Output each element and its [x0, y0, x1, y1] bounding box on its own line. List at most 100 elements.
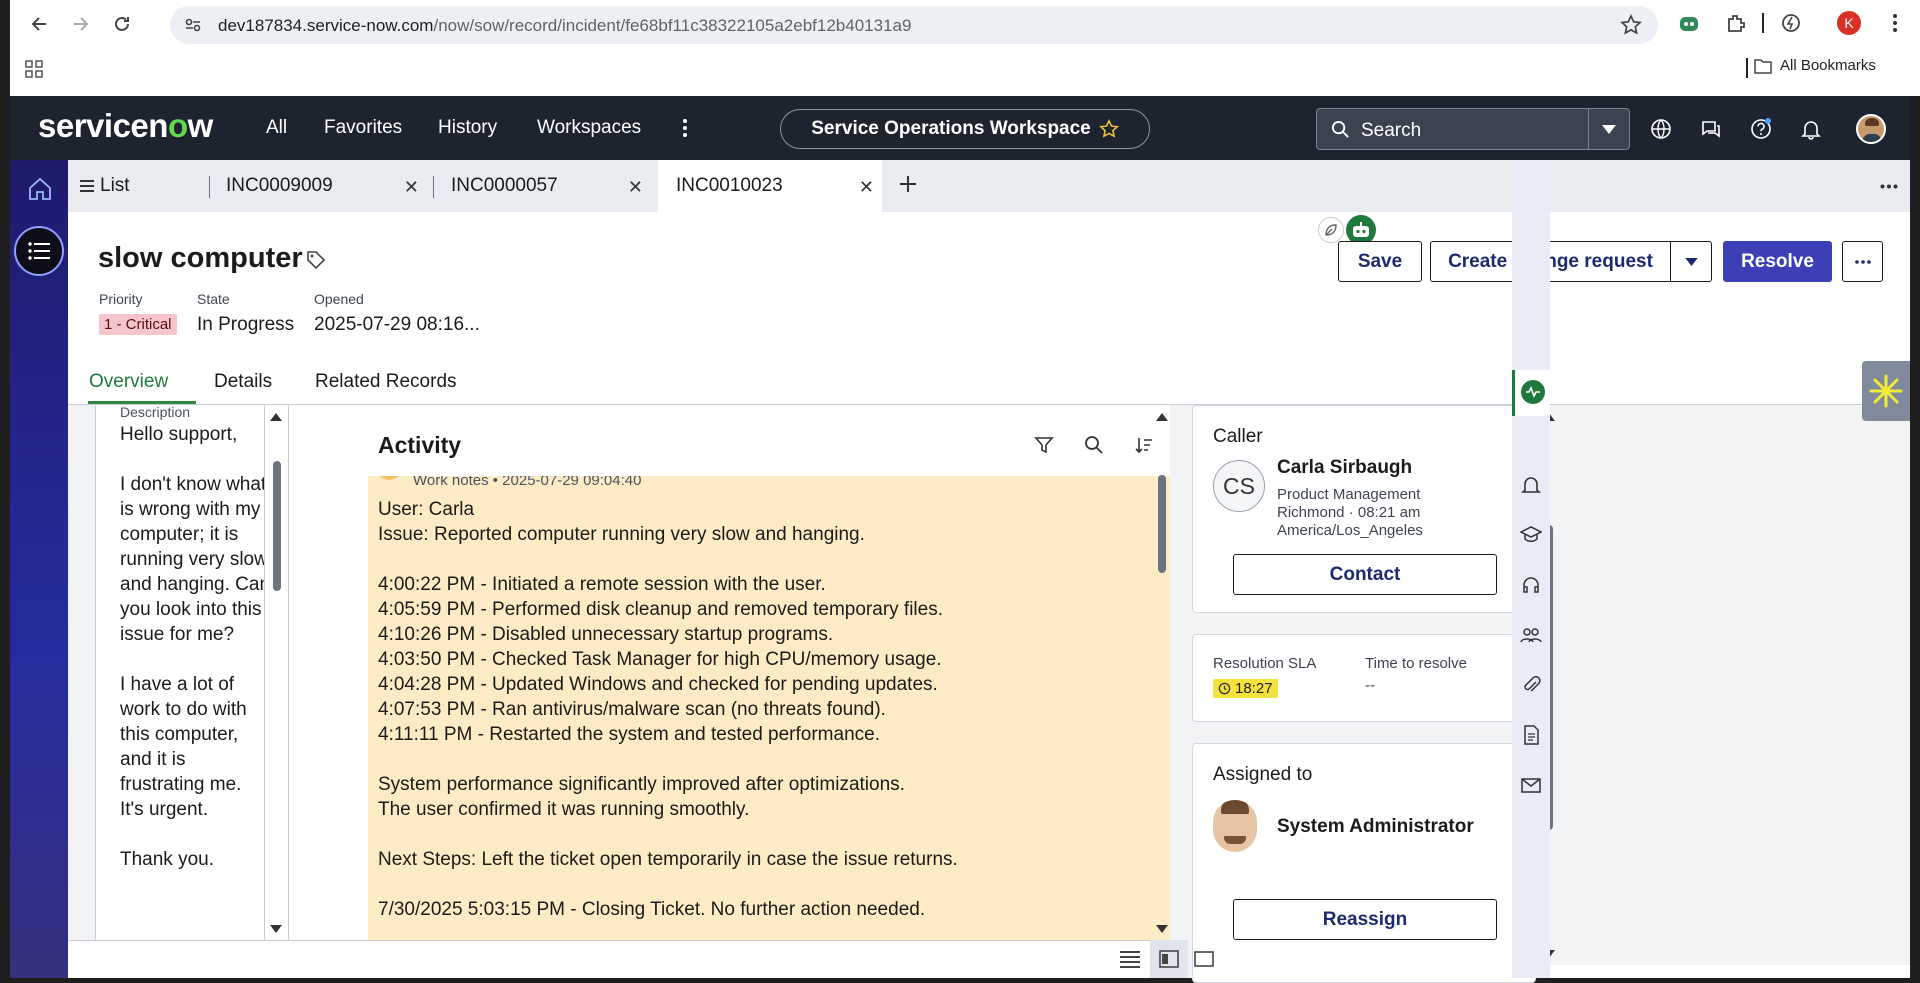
- list-icon: [28, 242, 50, 260]
- time-to-resolve-label: Time to resolve: [1365, 655, 1467, 672]
- close-icon[interactable]: ✕: [404, 177, 419, 198]
- description-text: Hello support, I don't know what is wron…: [120, 424, 265, 870]
- all-bookmarks[interactable]: All Bookmarks: [1754, 57, 1876, 74]
- servicenow-logo[interactable]: servicenow: [38, 107, 213, 145]
- work-note-entry: Work notes • 2025-07-29 09:04:40 User: C…: [368, 476, 1201, 946]
- create-change-request-button[interactable]: Create change request: [1430, 241, 1671, 282]
- chevron-down-icon: [1684, 257, 1698, 266]
- filter-icon[interactable]: [1034, 435, 1054, 455]
- layout-split-toggle[interactable]: [1150, 940, 1188, 978]
- close-icon[interactable]: ✕: [628, 177, 643, 198]
- layout-list-icon[interactable]: [1120, 950, 1140, 968]
- record-title: slow computer: [98, 242, 303, 274]
- tab-details[interactable]: Details: [214, 371, 272, 393]
- help-icon[interactable]: [1750, 118, 1772, 140]
- rail-bell-icon[interactable]: [1520, 474, 1542, 496]
- search-icon[interactable]: [1084, 435, 1104, 455]
- menu-workspaces[interactable]: Workspaces: [537, 117, 641, 139]
- profile-avatar[interactable]: K: [1836, 10, 1862, 36]
- home-icon[interactable]: [27, 176, 53, 202]
- more-menu-icon[interactable]: [682, 118, 688, 138]
- back-icon[interactable]: [26, 10, 54, 38]
- reload-icon[interactable]: [108, 10, 136, 38]
- workspace-switcher[interactable]: Service Operations Workspace: [780, 109, 1150, 149]
- tab-inc0010023-active[interactable]: INC0010023 ✕: [658, 160, 882, 212]
- tab-list[interactable]: List: [80, 160, 180, 212]
- list-nav-button[interactable]: [14, 226, 64, 276]
- workspace-tab-bar: List INC0009009 ✕ INC0000057 ✕ INC0010023 ✕: [68, 160, 1910, 212]
- menu-favorites[interactable]: Favorites: [324, 117, 402, 139]
- workspace-title: Service Operations Workspace: [811, 118, 1091, 139]
- site-info-icon[interactable]: [184, 16, 202, 34]
- layout-toolbar: [68, 940, 1170, 978]
- assignee-avatar: [1213, 800, 1257, 852]
- description-scrollbar[interactable]: [265, 405, 288, 940]
- bookmark-star-icon[interactable]: [1620, 14, 1642, 36]
- caller-timezone: America/Los_Angeles: [1277, 522, 1423, 539]
- contact-button[interactable]: Contact: [1233, 554, 1497, 595]
- tab-overflow-icon[interactable]: [1880, 184, 1898, 189]
- reassign-button[interactable]: Reassign: [1233, 899, 1497, 940]
- caller-avatar: CS: [1213, 460, 1265, 512]
- right-rail: [1512, 160, 1550, 978]
- search-icon: [1331, 120, 1350, 139]
- more-actions-button[interactable]: [1842, 241, 1883, 282]
- contextual-side-panel: Caller CS Carla Sirbaugh Product Managem…: [1170, 405, 1544, 983]
- rail-document-icon[interactable]: [1520, 724, 1542, 746]
- chat-icon[interactable]: [1700, 118, 1722, 140]
- rail-email-icon[interactable]: [1520, 774, 1542, 796]
- sort-icon[interactable]: [1134, 435, 1154, 455]
- search-scope-dropdown[interactable]: [1588, 108, 1630, 150]
- left-rail: [10, 160, 68, 978]
- layout-single-icon[interactable]: [1194, 950, 1214, 968]
- assigned-title: Assigned to: [1213, 764, 1313, 785]
- tab-inc0009009[interactable]: INC0009009 ✕: [209, 160, 427, 212]
- leaf-icon[interactable]: [1318, 217, 1344, 243]
- sla-card: Resolution SLA 18:27 Time to resolve --: [1192, 634, 1536, 722]
- menu-history[interactable]: History: [438, 117, 497, 139]
- tab-inc0000057[interactable]: INC0000057 ✕: [433, 160, 651, 212]
- global-search-input[interactable]: Search: [1316, 108, 1602, 150]
- activity-scrollbar[interactable]: [1153, 405, 1170, 940]
- tag-icon[interactable]: [306, 250, 326, 270]
- resolve-button[interactable]: Resolve: [1723, 241, 1832, 282]
- record-workspace: List INC0009009 ✕ INC0000057 ✕ INC0010023 ✕…: [68, 160, 1910, 983]
- rail-knowledge-icon[interactable]: [1520, 524, 1542, 546]
- globe-icon[interactable]: [1650, 118, 1672, 140]
- work-note-meta: Work notes • 2025-07-29 09:04:40: [413, 476, 642, 489]
- extension-robot-icon[interactable]: [1676, 10, 1702, 36]
- now-assist-widget[interactable]: [1862, 361, 1910, 421]
- create-change-dropdown[interactable]: [1670, 241, 1712, 282]
- browser-menu-icon[interactable]: [1882, 10, 1908, 36]
- rail-people-icon[interactable]: [1520, 624, 1542, 646]
- toolbar-divider: [1762, 13, 1764, 33]
- layout-split-icon: [1159, 950, 1179, 968]
- resolution-sla-label: Resolution SLA: [1213, 655, 1317, 672]
- extensions-puzzle-icon[interactable]: [1723, 10, 1749, 36]
- caller-card: Caller CS Carla Sirbaugh Product Managem…: [1192, 405, 1536, 613]
- folder-icon: [1754, 58, 1772, 74]
- bookmarks-divider: [1746, 58, 1748, 78]
- sparkle-icon: [1869, 374, 1903, 408]
- assignee-name[interactable]: System Administrator: [1277, 816, 1474, 838]
- close-icon[interactable]: ✕: [859, 177, 874, 198]
- apps-grid-icon[interactable]: [25, 60, 45, 80]
- forward-icon[interactable]: [66, 10, 94, 38]
- rail-activity-active[interactable]: [1512, 370, 1550, 416]
- caller-title: Caller: [1213, 426, 1263, 447]
- address-bar[interactable]: dev187834.service-now.com/now/sow/record…: [170, 6, 1658, 44]
- tab-related-records[interactable]: Related Records: [315, 371, 457, 393]
- rail-attachment-icon[interactable]: [1520, 674, 1542, 696]
- menu-all[interactable]: All: [266, 117, 287, 139]
- tab-overview[interactable]: Overview: [89, 371, 168, 393]
- user-avatar[interactable]: [1856, 114, 1886, 144]
- performance-icon[interactable]: [1778, 10, 1804, 36]
- rail-headset-icon[interactable]: [1520, 574, 1542, 596]
- caller-location: Richmond · 08:21 am: [1277, 504, 1421, 521]
- new-tab-plus-icon[interactable]: [898, 174, 918, 194]
- notifications-bell-icon[interactable]: [1800, 118, 1822, 140]
- assigned-card: Assigned to System Administrator Reassig…: [1192, 743, 1536, 983]
- caller-name[interactable]: Carla Sirbaugh: [1277, 457, 1412, 479]
- state-label: State: [197, 291, 230, 307]
- save-button[interactable]: Save: [1338, 241, 1422, 282]
